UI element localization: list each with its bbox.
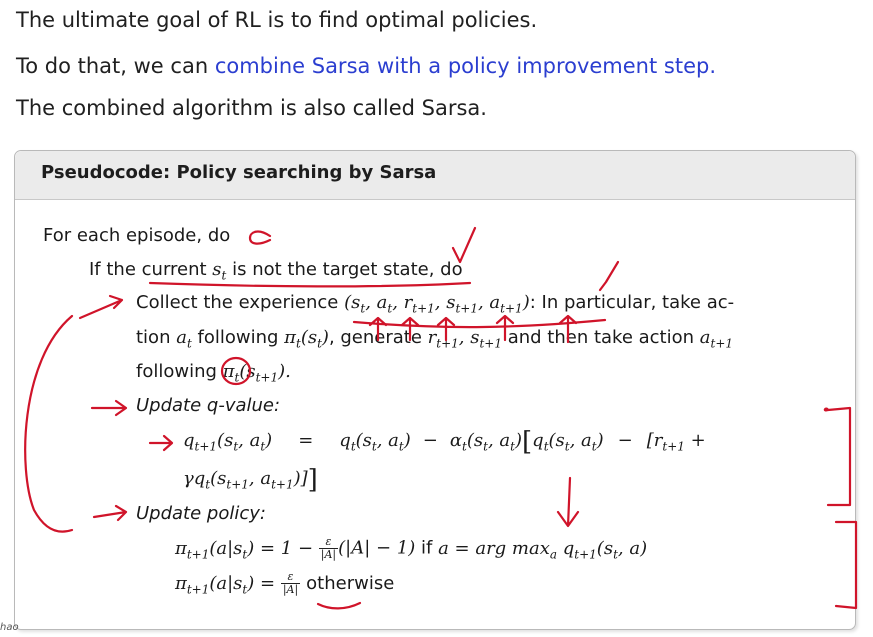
if-current: current xyxy=(141,259,213,280)
pol1-if: if xyxy=(421,537,439,559)
pseudocode-header: Pseudocode: Policy searching by Sarsa xyxy=(15,151,855,200)
q-close-bracket: ] xyxy=(307,465,318,495)
collect-suffix: : In particular, take ac- xyxy=(529,292,735,313)
pol2-lhs: πt+1(a|st) = xyxy=(175,572,281,597)
pol2-frac: ε |A| xyxy=(280,571,301,596)
policy-pi-next: πt(st+1). xyxy=(222,361,291,385)
q-gamma-term: γqt(st+1, at+1)] xyxy=(183,468,308,492)
following-line: following πt(st+1). xyxy=(136,361,291,385)
q-inner: qt(st, at) xyxy=(532,430,604,454)
q-lhs: qt+1(st, at) xyxy=(183,430,273,454)
pol1-argmax: a = arg maxa qt+1(st, a) xyxy=(438,537,648,562)
q-eq-sign: = xyxy=(298,430,314,451)
collect-line: Collect the experience (st, at, rt+1, st… xyxy=(136,292,734,316)
pseudocode-title: Pseudocode: Policy searching by Sarsa xyxy=(41,162,437,183)
action-generate: , generate xyxy=(328,327,428,348)
q-rhs: qt(st, at) xyxy=(339,430,411,454)
action-at: at xyxy=(176,327,192,351)
q-minus-2: − xyxy=(617,430,633,451)
experience-tuple: (st, at, rt+1, st+1, at+1) xyxy=(344,292,530,316)
intro-link-text: combine Sarsa with a policy improvement … xyxy=(214,54,717,78)
reward-next-state: rt+1, st+1 xyxy=(427,327,502,351)
update-policy-label: Update policy: xyxy=(136,503,266,524)
action-line: tion at following πt(st), generate rt+1,… xyxy=(136,327,733,351)
q-r-term: [rt+1 + xyxy=(646,430,706,454)
if-middle: is not the target state, do xyxy=(226,259,463,280)
q-alpha: αt(st, at) xyxy=(449,430,522,454)
action-start: tion xyxy=(136,327,177,348)
action-following: following xyxy=(191,327,285,348)
state-st: st xyxy=(212,259,227,283)
following-text: following xyxy=(136,361,223,382)
pseudocode-box: Pseudocode: Policy searching by Sarsa Fo… xyxy=(14,150,856,630)
policy-eq-2: πt+1(a|st) = ε |A| otherwise xyxy=(175,571,395,597)
intro-line-3: The combined algorithm is also called Sa… xyxy=(16,96,487,120)
intro-line-2: To do that, we can combine Sarsa with a … xyxy=(16,54,716,78)
policy-pi-t: πt(st) xyxy=(284,327,329,351)
intro-line-1: The ultimate goal of RL is to find optim… xyxy=(16,8,538,32)
action-and: and then take action xyxy=(501,327,700,348)
pol1-lhs: πt+1(a|st) = 1 − xyxy=(175,537,319,562)
policy-eq-1: πt+1(a|st) = 1 − ε |A| (|A| − 1) if a = ar… xyxy=(175,536,648,562)
frac-den-1: |A| xyxy=(320,548,337,561)
action-at1: at+1 xyxy=(699,327,734,351)
update-q-label: Update q-value: xyxy=(136,395,281,416)
for-each-episode: For each episode, do xyxy=(43,225,231,246)
if-prefix: If the xyxy=(89,259,142,280)
frac-den-2: |A| xyxy=(282,583,299,596)
pol1-rest: (|A| − 1) xyxy=(338,537,422,559)
collect-prefix: Collect the experience xyxy=(136,292,345,313)
pol1-frac: ε |A| xyxy=(318,536,339,561)
q-minus: − xyxy=(422,430,438,451)
corner-watermark: hao xyxy=(0,622,19,633)
q-update-line2: γqt(st+1, at+1)]] xyxy=(183,465,318,495)
q-update-eq: qt+1(st, at) = qt(st, at) − αt(st, at)[qt(st… xyxy=(183,427,706,457)
pol2-otherwise-label: otherwise xyxy=(306,572,395,594)
intro-line-2-prefix: To do that, we can xyxy=(16,54,215,78)
q-open-bracket: [ xyxy=(522,427,533,457)
if-line: If the current st is not the target stat… xyxy=(89,259,463,283)
